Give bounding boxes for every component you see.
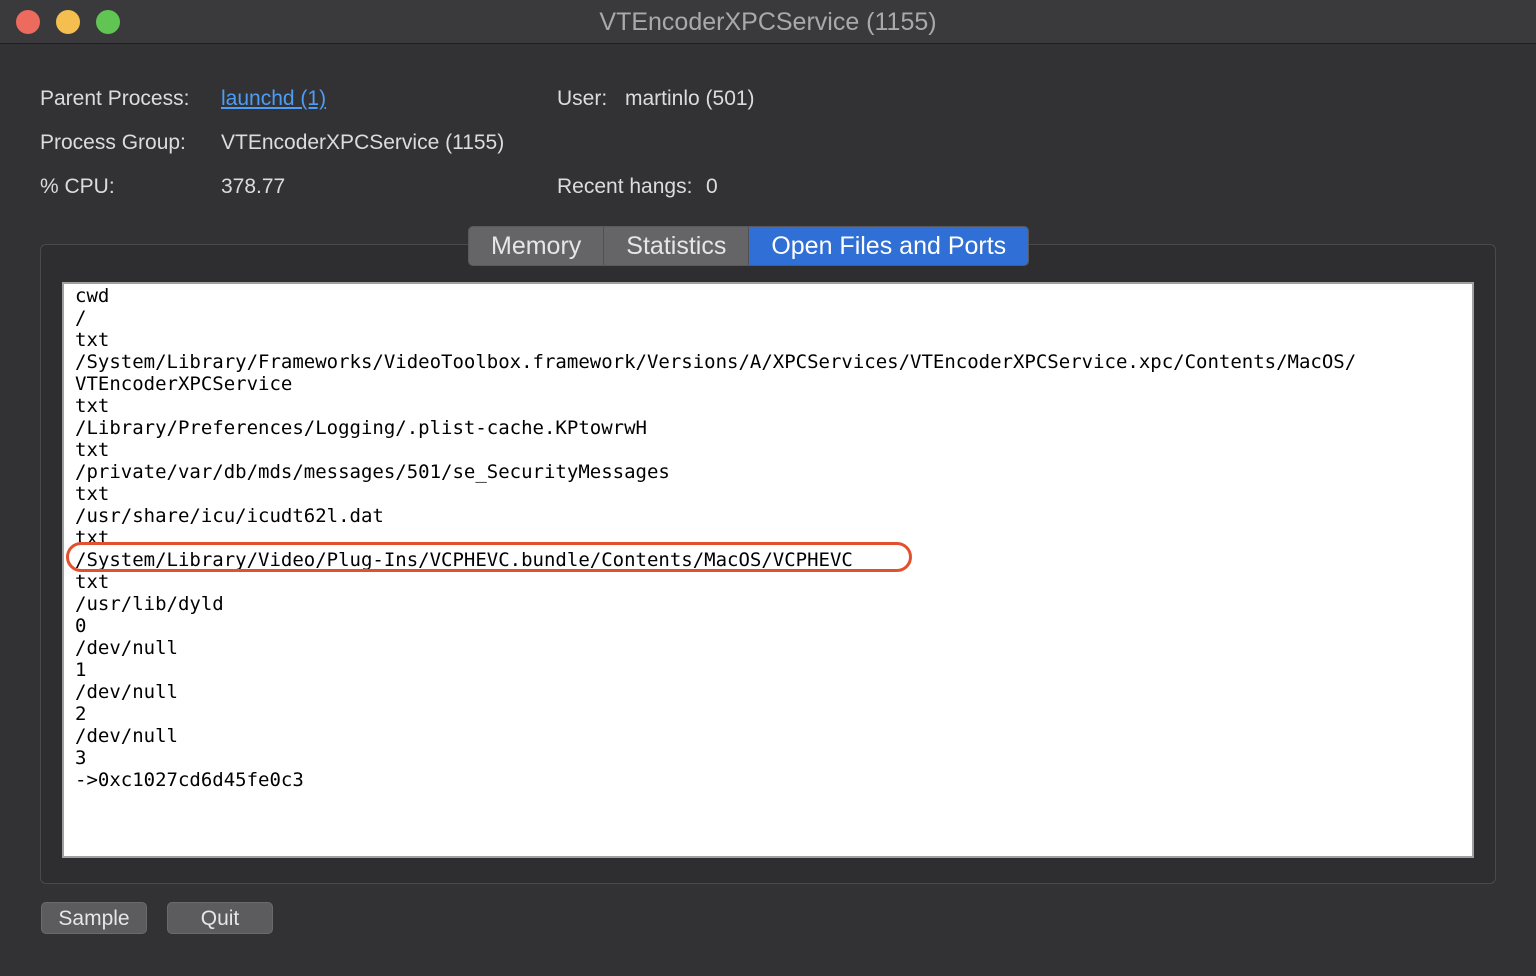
quit-button[interactable]: Quit [167,902,273,934]
file-entry: cwd [75,285,110,307]
title-bar[interactable]: VTEncoderXPCService (1155) [0,0,1536,44]
window-title: VTEncoderXPCService (1155) [599,8,937,36]
file-entry: /usr/share/icu/icudt62l.dat [75,505,384,527]
file-entry: ->0xc1027cd6d45fe0c3 [75,769,304,791]
file-entry: /dev/null [75,681,178,703]
file-entry: 2 [75,703,87,725]
cpu-value: 378.77 [221,175,286,198]
tab-bar: Memory Statistics Open Files and Ports [468,226,1030,266]
file-entry: /private/var/db/mds/messages/501/se_Secu… [75,461,670,483]
file-entry: txt [75,329,110,351]
open-files-text-view[interactable]: cwd / txt /System/Library/Frameworks/Vid… [62,282,1474,858]
user-label: User: [557,87,608,110]
recent-hangs-value: 0 [706,175,718,198]
process-group-label: Process Group: [40,131,186,154]
recent-hangs-label: Recent hangs: [557,175,693,198]
sample-button[interactable]: Sample [41,902,147,934]
file-entry: /dev/null [75,637,178,659]
open-files-list: cwd / txt /System/Library/Frameworks/Vid… [75,285,1356,791]
process-group-value: VTEncoderXPCService (1155) [221,131,505,154]
tab-open-files-and-ports[interactable]: Open Files and Ports [749,227,1029,265]
file-entry: txt [75,571,110,593]
file-entry: /dev/null [75,725,178,747]
file-entry: /Library/Preferences/Logging/.plist-cach… [75,417,647,439]
file-entry: txt [75,483,110,505]
file-entry: txt [75,439,110,461]
parent-process-label: Parent Process: [40,87,190,110]
user-value: martinlo (501) [625,87,755,110]
file-entry: txt [75,395,110,417]
file-entry: / [75,307,87,329]
file-entry: 0 [75,615,87,637]
file-entry: 1 [75,659,87,681]
file-entry: /usr/lib/dyld [75,593,224,615]
file-entry: VTEncoderXPCService [75,373,293,395]
cpu-label: % CPU: [40,175,115,198]
tab-memory[interactable]: Memory [469,227,605,265]
parent-process-link[interactable]: launchd (1) [221,86,326,112]
file-entry: /System/Library/Frameworks/VideoToolbox.… [75,351,1357,373]
file-entry: txt [75,527,110,549]
tab-statistics[interactable]: Statistics [604,227,750,265]
file-entry: 3 [75,747,87,769]
process-inspector-window: VTEncoderXPCService (1155) Parent Proces… [0,0,1536,976]
file-entry-highlighted: /System/Library/Video/Plug-Ins/VCPHEVC.b… [75,549,853,571]
